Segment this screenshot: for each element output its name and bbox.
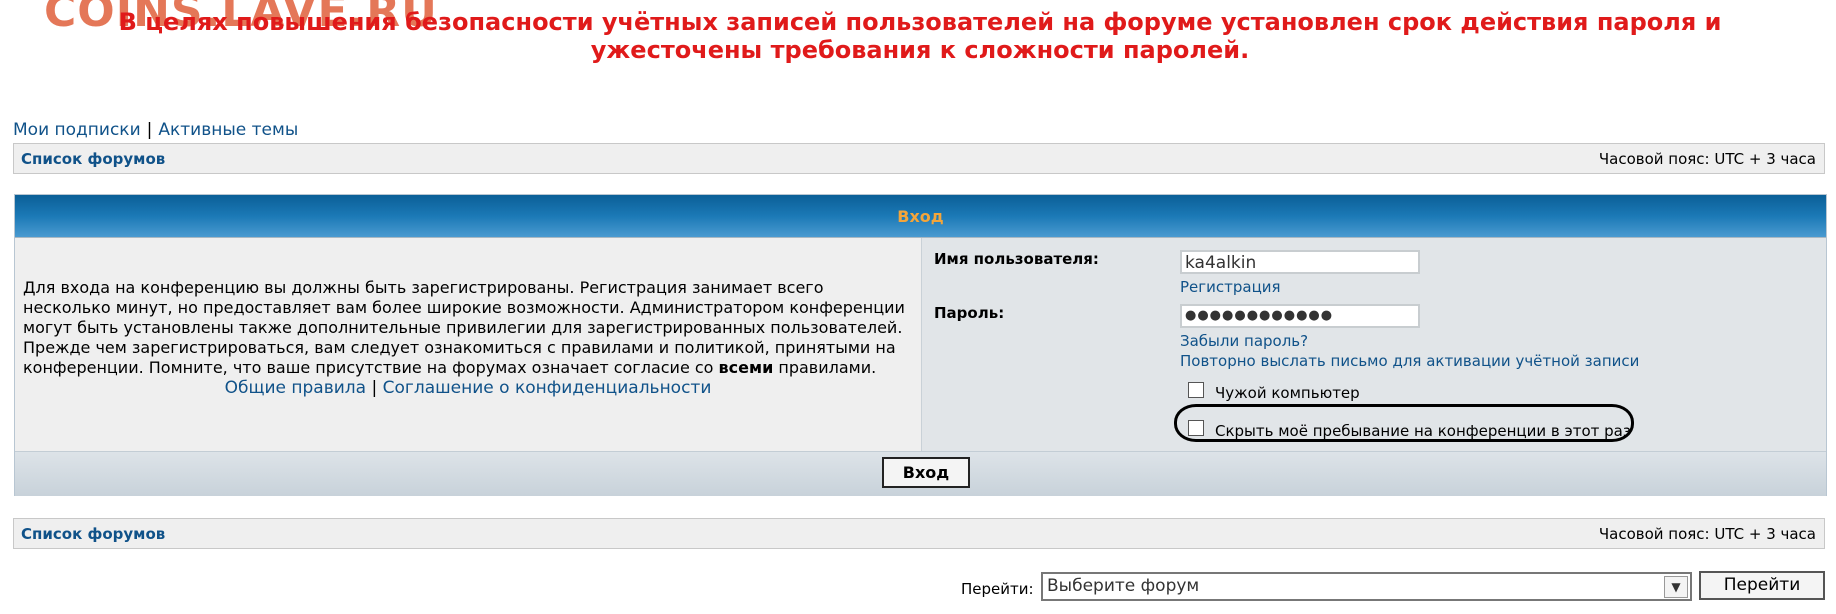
public-computer-checkbox[interactable] [1188, 382, 1204, 398]
forum-select[interactable]: Выберите форум ▼ [1041, 572, 1692, 601]
login-footer: Вход [15, 451, 1826, 496]
rules-links: Общие правила | Соглашение о конфиденциа… [224, 378, 712, 398]
active-topics-link[interactable]: Активные темы [158, 120, 298, 140]
timezone-text-bottom: Часовой пояс: UTC + 3 часа [1598, 525, 1816, 543]
forum-list-link-bottom[interactable]: Список форумов [21, 525, 165, 543]
link-separator: | [146, 120, 153, 140]
login-submit-button[interactable]: Вход [882, 457, 970, 488]
chevron-down-icon[interactable]: ▼ [1664, 576, 1688, 598]
jump-label: Перейти: [961, 580, 1034, 598]
password-input[interactable]: ●●●●●●●●●●●● [1180, 304, 1420, 328]
my-subscriptions-link[interactable]: Мои подписки [13, 120, 141, 140]
forum-select-value: Выберите форум [1047, 576, 1200, 596]
go-button[interactable]: Перейти [1699, 571, 1825, 600]
navbar-top: Список форумов Часовой пояс: UTC + 3 час… [13, 143, 1825, 174]
login-info: Для входа на конференцию вы должны быть … [15, 238, 922, 451]
login-form: Имя пользователя: ka4alkin Регистрация П… [922, 238, 1826, 451]
public-computer-label: Чужой компьютер [1215, 384, 1360, 402]
security-notice: В целях повышения безопасности учётных з… [118, 8, 1722, 64]
login-header: Вход [15, 195, 1826, 238]
register-link[interactable]: Регистрация [1180, 278, 1281, 296]
forgot-password-link[interactable]: Забыли пароль? [1180, 332, 1308, 350]
resend-activation-link[interactable]: Повторно выслать письмо для активации уч… [1180, 352, 1639, 370]
navbar-bottom: Список форумов Часовой пояс: UTC + 3 час… [13, 518, 1825, 549]
username-input[interactable]: ka4alkin [1180, 250, 1420, 274]
highlight-oval [1174, 404, 1634, 442]
username-label: Имя пользователя: [934, 250, 1099, 268]
timezone-text: Часовой пояс: UTC + 3 часа [1598, 150, 1816, 168]
general-rules-link[interactable]: Общие правила [225, 378, 366, 398]
forum-list-link[interactable]: Список форумов [21, 150, 165, 168]
privacy-link[interactable]: Соглашение о конфиденциальности [383, 378, 712, 398]
login-panel: Вход Для входа на конференцию вы должны … [14, 194, 1827, 496]
login-intro-text: Для входа на конференцию вы должны быть … [23, 278, 905, 377]
password-label: Пароль: [934, 304, 1005, 322]
top-links: Мои подписки | Активные темы [13, 120, 298, 140]
